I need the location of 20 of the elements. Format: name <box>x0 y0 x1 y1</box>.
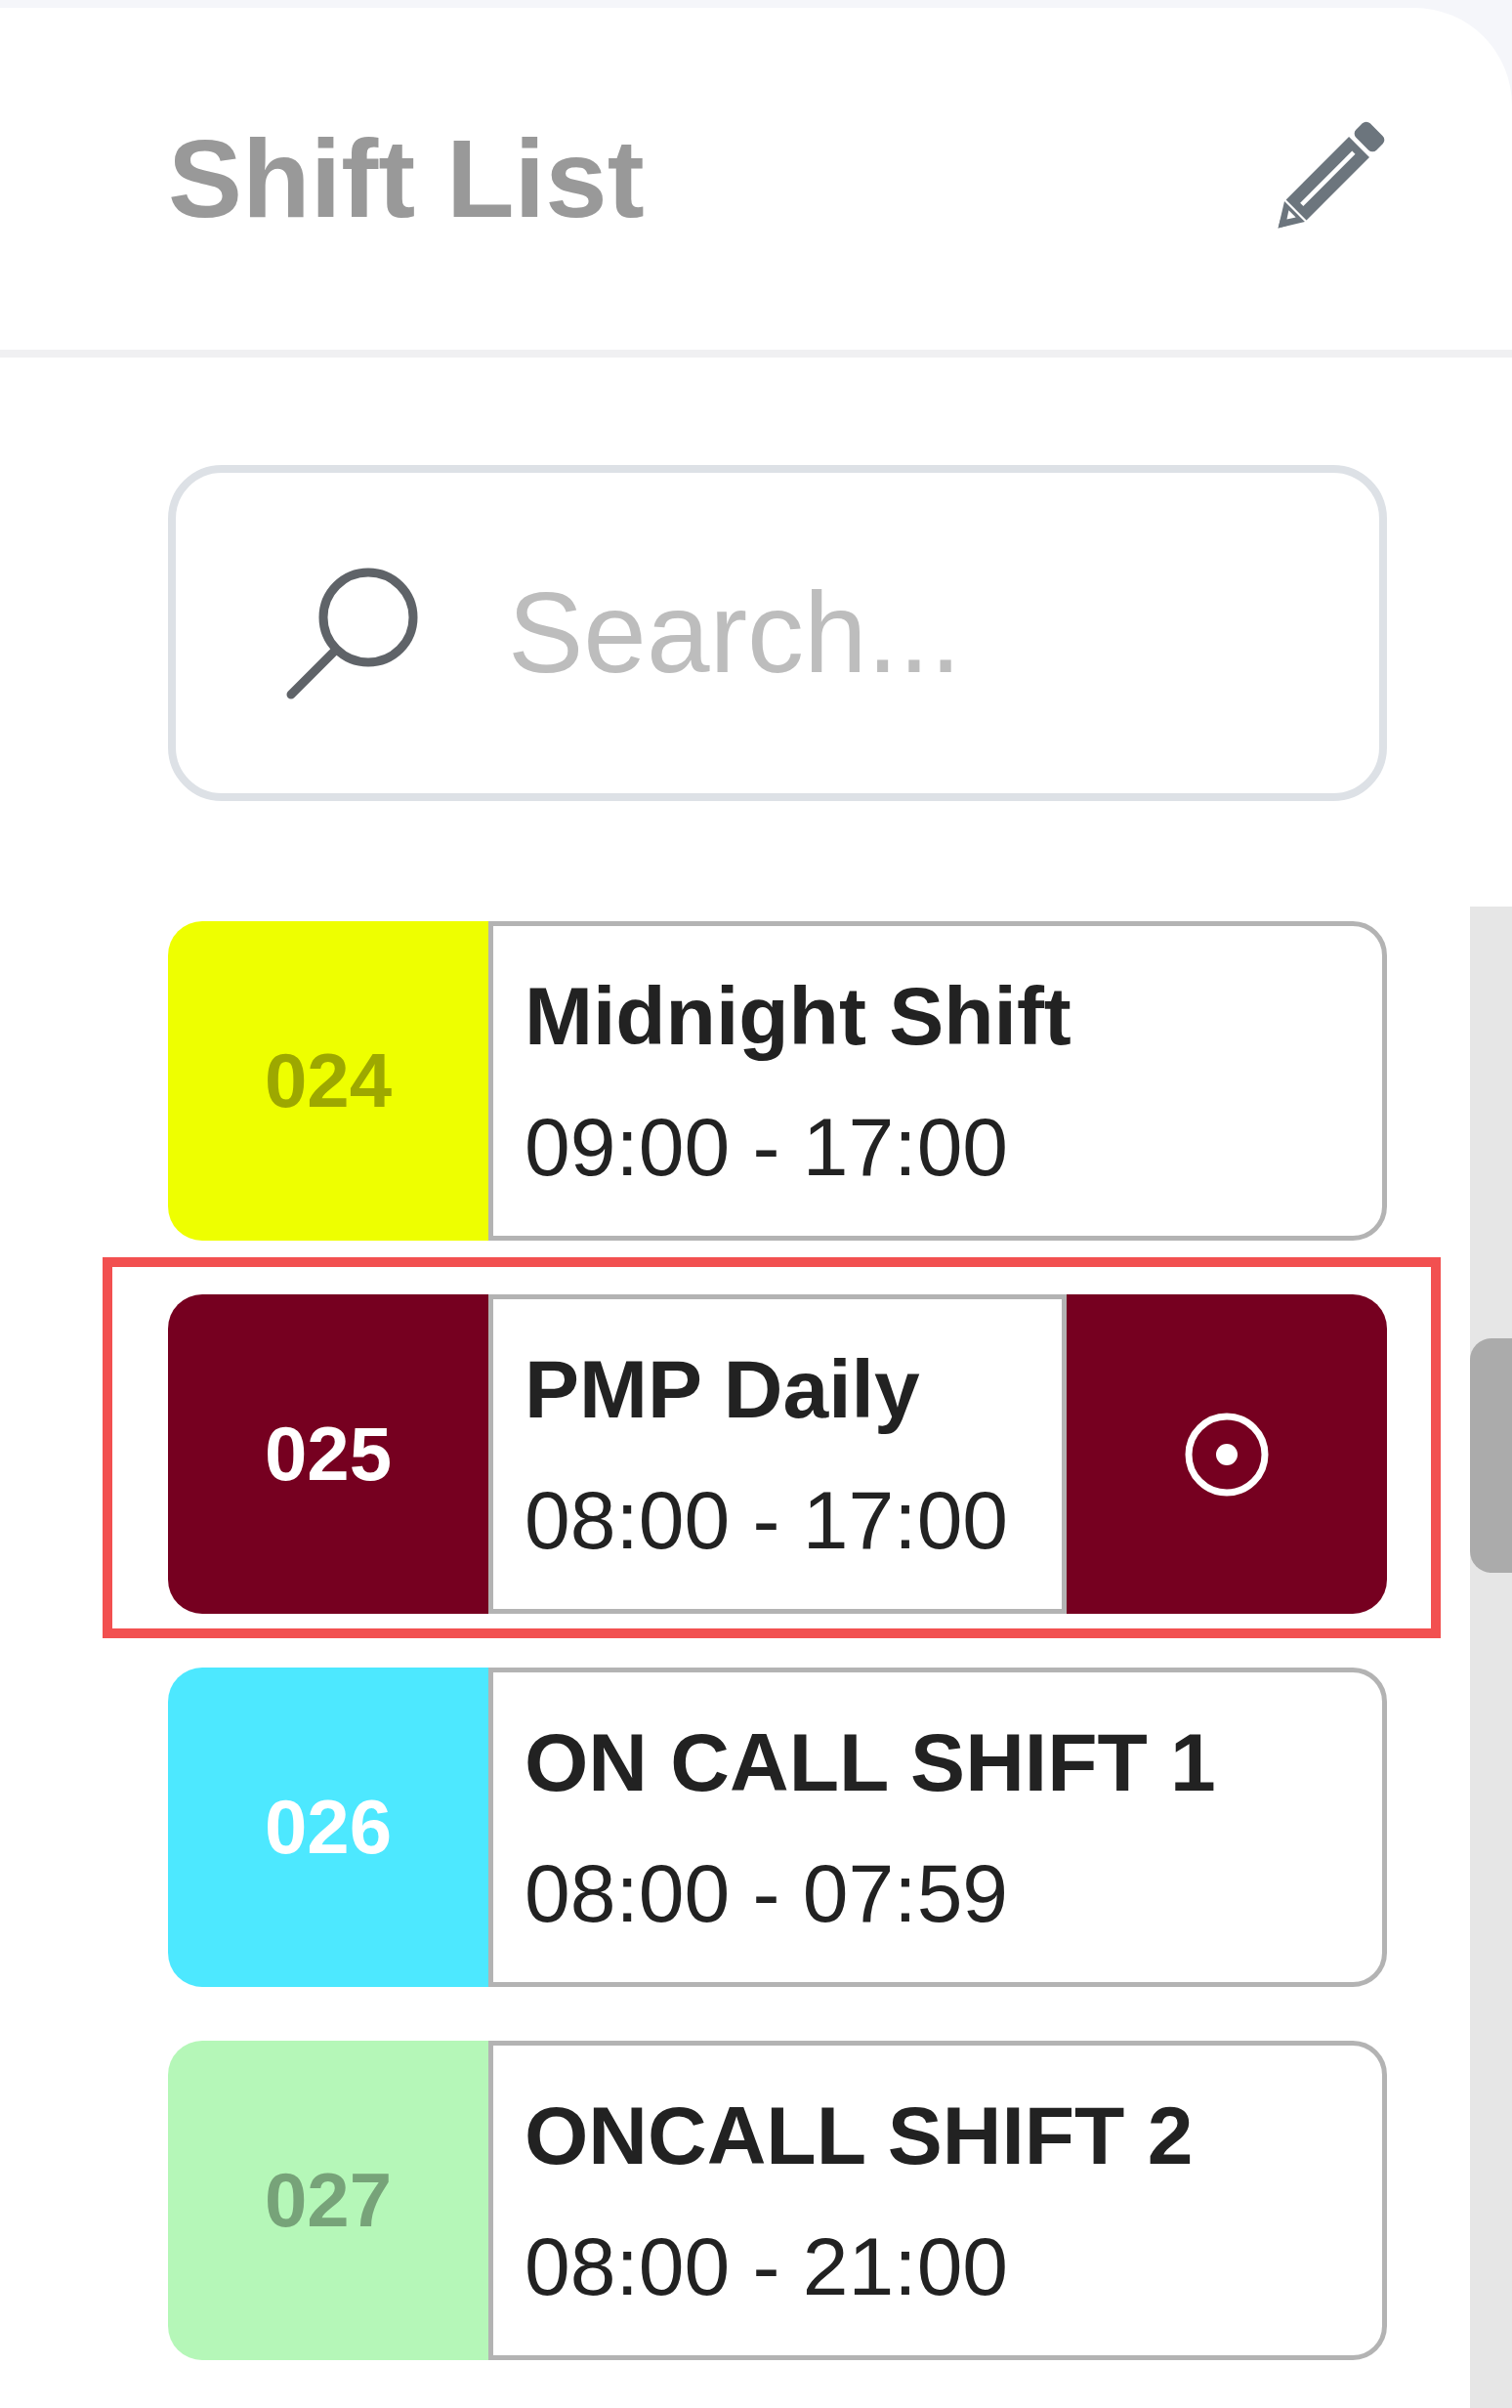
shift-name: ON CALL SHIFT 1 <box>525 1714 1217 1810</box>
shift-name: ONCALL SHIFT 2 <box>525 2088 1195 2183</box>
search-input[interactable]: Search... <box>508 560 1340 706</box>
search-icon <box>285 566 420 700</box>
page-title: Shift List <box>168 123 645 234</box>
shift-hours: 08:00 - 21:00 <box>525 2218 1010 2314</box>
shift-details-panel[interactable]: PMP Daily 08:00 - 17:00 <box>488 1294 1067 1614</box>
dot-circle-icon <box>1185 1412 1269 1497</box>
shift-name: Midnight Shift <box>525 968 1072 1064</box>
shift-details-panel[interactable]: ONCALL SHIFT 2 08:00 - 21:00 <box>488 2041 1387 2360</box>
search-field[interactable]: Search... <box>168 465 1387 801</box>
shift-details-panel[interactable]: Midnight Shift 09:00 - 17:00 <box>488 921 1387 1241</box>
shift-hours: 09:00 - 17:00 <box>525 1099 1010 1195</box>
shift-details-panel[interactable]: ON CALL SHIFT 1 08:00 - 07:59 <box>488 1668 1387 1987</box>
shift-hours: 08:00 - 17:00 <box>525 1472 1010 1568</box>
selected-indicator-panel[interactable] <box>1067 1294 1387 1614</box>
scrollbar-thumb[interactable] <box>1470 1338 1512 1573</box>
shift-code-tag[interactable]: 025 <box>168 1294 488 1614</box>
shift-hours: 08:00 - 07:59 <box>525 1845 1010 1941</box>
shift-name: PMP Daily <box>525 1341 921 1437</box>
